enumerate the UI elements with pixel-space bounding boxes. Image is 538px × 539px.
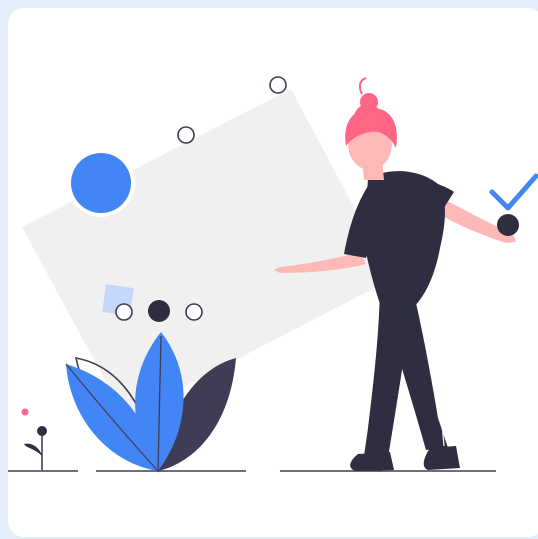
- illustration-svg: [8, 76, 538, 473]
- ball: [497, 214, 519, 236]
- circle-icon: [177, 126, 195, 144]
- circle-icon: [115, 303, 133, 321]
- flower-icon: [21, 408, 47, 470]
- background-panel: [22, 89, 392, 417]
- checkmark-icon: [489, 173, 538, 211]
- circle-icon: [269, 76, 287, 94]
- blue-dot: [71, 153, 131, 213]
- dark-dot: [148, 300, 170, 322]
- illustration-card: [8, 8, 538, 537]
- circle-icon: [185, 303, 203, 321]
